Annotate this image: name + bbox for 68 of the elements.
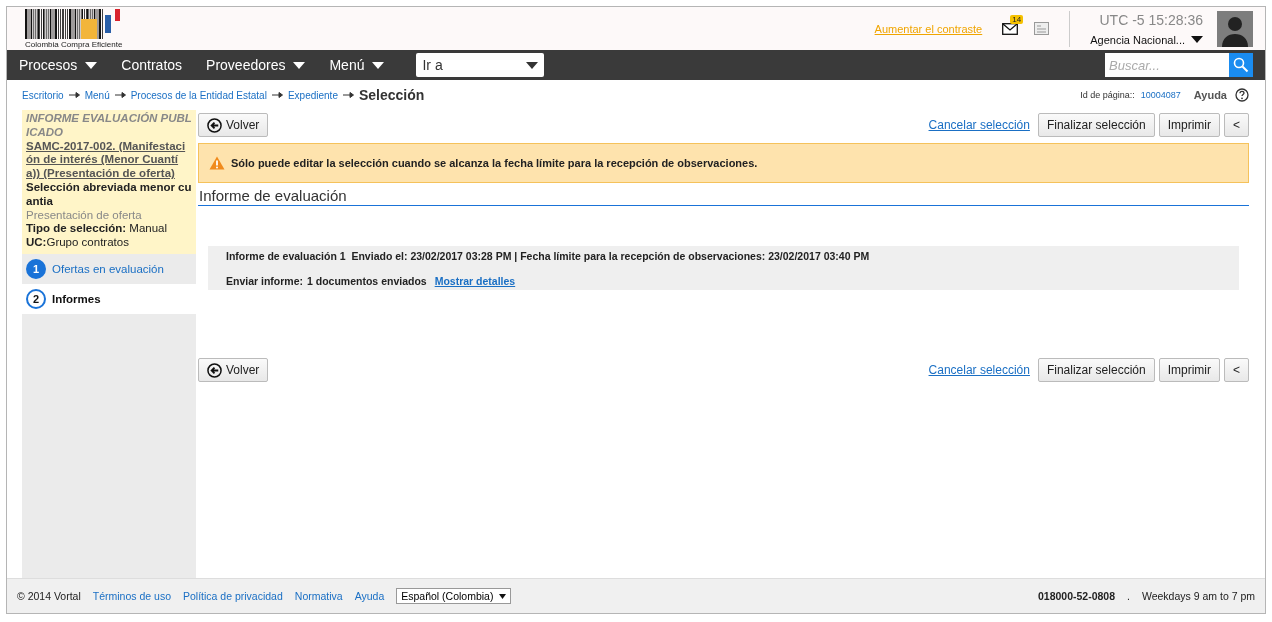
caret-icon: [85, 61, 98, 69]
footer-link[interactable]: Política de privacidad: [183, 590, 283, 602]
nav-menu-item[interactable]: Menú: [329, 57, 397, 73]
back-button[interactable]: Volver: [198, 358, 269, 382]
caret-icon: [526, 61, 539, 69]
finish-selection-button[interactable]: Finalizar selección: [1037, 113, 1155, 137]
arrow-icon: [271, 92, 283, 98]
send-report-value: 1 documentos enviados: [307, 275, 427, 287]
warning-icon: [209, 156, 225, 170]
search-field[interactable]: Buscar...: [1105, 53, 1229, 77]
arrow-icon: [342, 92, 354, 98]
arrow-icon: [114, 92, 126, 98]
caret-icon: [499, 593, 507, 599]
warning-text: Sólo puede editar la selección cuando se alcanza la fecha límite para la recepción de observaciones.: [231, 157, 758, 169]
support-hours: Weekdays 9 am to 7 pm: [1141, 590, 1255, 602]
search-icon: [1233, 57, 1249, 73]
separator-text: .: [1127, 590, 1130, 602]
agency-selector[interactable]: Agencia Nacional...: [1090, 33, 1203, 46]
finish-selection-button[interactable]: Finalizar selección: [1037, 358, 1155, 382]
report-summary: Informe de evaluación 1 Enviado el: 23/02/2017 03:28 PM | Fecha límite para la recepción de observaciones: 23/02/2017 03:40 PM: [226, 250, 871, 262]
process-status: INFORME EVALUACIÓN PUBLICADO: [26, 112, 192, 140]
process-type: Selección abreviada menor cuantia: [26, 181, 192, 209]
selection-type-text: Tipo de selección: Manual: [26, 222, 169, 237]
logo-text: Colombia Compra Eficiente: [25, 39, 123, 49]
print-button[interactable]: Imprimir: [1158, 113, 1220, 137]
cancel-selection-link[interactable]: Cancelar selección: [928, 363, 1030, 377]
nav-menu-item[interactable]: Procesos: [19, 57, 110, 73]
collapse-button[interactable]: <: [1224, 113, 1249, 137]
process-phase: Presentación de oferta: [26, 208, 143, 223]
collapse-button[interactable]: <: [1224, 358, 1249, 382]
page-id-label: Id de página::: [1080, 90, 1135, 100]
support-phone: 018000-52-0808: [1037, 590, 1116, 602]
page-id-value: 10004087: [1140, 90, 1181, 100]
step-number: 2: [26, 288, 46, 309]
show-details-link[interactable]: Mostrar detalles: [434, 275, 516, 287]
breadcrumb-link[interactable]: Procesos de la Entidad Estatal: [130, 89, 267, 101]
footer-link[interactable]: Normativa: [294, 590, 343, 602]
nav-menu-item[interactable]: Proveedores: [206, 57, 318, 73]
arrow-icon: [68, 92, 80, 98]
cancel-selection-link[interactable]: Cancelar selección: [928, 118, 1030, 132]
nav-menu-item[interactable]: Contratos: [121, 57, 195, 73]
clock-text: UTC -5 15:28:36: [1099, 11, 1203, 28]
help-link[interactable]: Ayuda: [1193, 89, 1227, 101]
breadcrumb-link[interactable]: Expediente: [287, 89, 338, 101]
footer-link[interactable]: Ayuda: [354, 590, 385, 602]
goto-select[interactable]: Ir a: [416, 53, 545, 77]
back-button[interactable]: Volver: [198, 113, 269, 137]
uc-text: UC:Grupo contratos: [26, 236, 130, 250]
breadcrumb-current: Selección: [358, 87, 425, 103]
process-link[interactable]: SAMC-2017-002. (Manifestación de interés (Menor Cuantía)) (Presentación de oferta): [26, 139, 192, 181]
search-button[interactable]: [1229, 53, 1253, 77]
document-icon[interactable]: [1034, 22, 1050, 35]
breadcrumb-link[interactable]: Menú: [84, 89, 110, 101]
help-icon[interactable]: [1235, 88, 1249, 102]
caret-icon: [1191, 36, 1203, 43]
caret-icon: [293, 61, 306, 69]
print-button[interactable]: Imprimir: [1158, 358, 1220, 382]
step-item[interactable]: 2 Informes: [22, 283, 196, 314]
section-title: Informe de evaluación: [198, 185, 1249, 206]
notification-badge: 14: [1010, 14, 1024, 24]
breadcrumb-link[interactable]: Escritorio: [22, 89, 64, 101]
footer-link[interactable]: Términos de uso: [92, 590, 171, 602]
caret-icon: [372, 61, 385, 69]
copyright-text: © 2014 Vortal: [17, 590, 81, 602]
mail-icon[interactable]: [1002, 22, 1019, 35]
send-report-label: Enviar informe:: [226, 275, 304, 287]
step-number: 1: [26, 258, 46, 279]
language-select[interactable]: Español (Colombia): [396, 588, 512, 604]
